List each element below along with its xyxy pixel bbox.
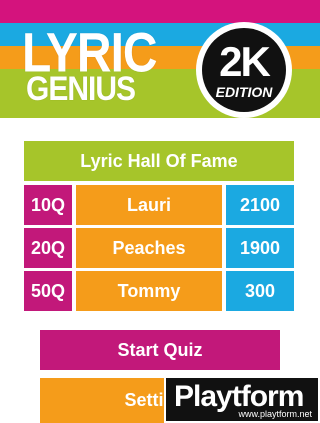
hall-of-fame-title: Lyric Hall Of Fame xyxy=(24,141,294,181)
logo-title-line2: GENIUS xyxy=(26,70,136,108)
playtform-watermark: Playtform www.playtform.net xyxy=(164,376,320,423)
player-name-cell: Lauri xyxy=(76,185,222,225)
score-cell: 300 xyxy=(226,271,294,311)
hall-of-fame-row: 50Q Tommy 300 xyxy=(24,271,294,311)
app-header: LYRIC GENIUS 2K EDITION xyxy=(0,0,320,118)
player-name-cell: Tommy xyxy=(76,271,222,311)
quiz-length-cell: 10Q xyxy=(24,185,72,225)
header-stripe-magenta xyxy=(0,0,320,23)
score-cell: 2100 xyxy=(226,185,294,225)
watermark-url: www.playtform.net xyxy=(238,409,312,419)
score-cell: 1900 xyxy=(226,228,294,268)
quiz-length-cell: 50Q xyxy=(24,271,72,311)
edition-badge-label: EDITION xyxy=(215,84,273,100)
edition-badge: 2K EDITION xyxy=(196,22,292,118)
quiz-length-cell: 20Q xyxy=(24,228,72,268)
start-quiz-button[interactable]: Start Quiz xyxy=(40,330,280,370)
edition-badge-inner: 2K EDITION xyxy=(202,28,286,112)
hall-of-fame-row: 10Q Lauri 2100 xyxy=(24,185,294,225)
hall-of-fame-row: 20Q Peaches 1900 xyxy=(24,228,294,268)
edition-badge-number: 2K xyxy=(219,38,271,85)
player-name-cell: Peaches xyxy=(76,228,222,268)
